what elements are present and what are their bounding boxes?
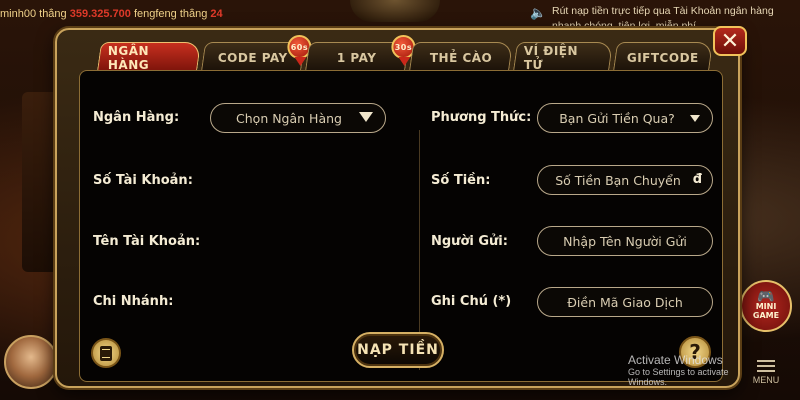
watermark-subtitle: Go to Settings to activate Windows.: [628, 367, 729, 387]
tab-e-wallet[interactable]: VÍ ĐIỆN TỬ: [512, 42, 614, 72]
ticker-verb: thắng: [36, 8, 70, 20]
sender-input[interactable]: Nhập Tên Người Gửi: [537, 226, 713, 256]
tab-label: VÍ ĐIỆN TỬ: [523, 43, 579, 72]
bank-select[interactable]: Chọn Ngân Hàng: [210, 103, 386, 133]
tab-label: GIFTCODE: [626, 50, 699, 65]
chevron-down-icon: [359, 112, 373, 122]
currency-symbol: đ: [692, 172, 702, 187]
minigame-label-1: MINI: [755, 301, 777, 311]
history-button[interactable]: [91, 338, 121, 368]
ticker-user: minh00: [0, 8, 37, 20]
note-input[interactable]: Điền Mã Giao Dịch: [537, 287, 713, 317]
tab-bank[interactable]: NGÂN HÀNG: [96, 42, 202, 72]
tab-label: NGÂN HÀNG: [107, 43, 150, 72]
minigame-label-2: GAME: [752, 310, 780, 320]
game-logo: [350, 0, 440, 22]
ticker-amount: 24: [210, 8, 223, 20]
tab-label: 1 PAY: [337, 50, 377, 65]
close-button[interactable]: ✕: [713, 26, 747, 56]
sender-placeholder: Nhập Tên Người Gửi: [563, 233, 687, 249]
activate-windows-watermark: Activate Windows Go to Settings to activ…: [628, 353, 768, 387]
method-select-value: Bạn Gửi Tiền Qua?: [559, 110, 675, 126]
sender-label: Người Gửi:: [431, 234, 508, 249]
chevron-down-icon: [690, 115, 700, 122]
winner-ticker: minh00 thắng 359.325.700 fengfeng thắng …: [0, 8, 300, 26]
close-icon: ✕: [720, 28, 740, 54]
account-name-label: Tên Tài Khoản:: [93, 234, 201, 249]
notes-icon: [100, 345, 112, 361]
submit-label: NẠP TIỀN: [357, 342, 439, 358]
ticker-amount: 359.325.700: [69, 8, 131, 20]
deposit-dialog: NGÂN HÀNG CODE PAY 60s 1 PAY 30s THẺ CÀO…: [55, 26, 747, 388]
watermark-title: Activate Windows: [628, 353, 723, 367]
amount-placeholder: Số Tiền Bạn Chuyển: [555, 172, 681, 188]
note-placeholder: Điền Mã Giao Dịch: [567, 294, 683, 310]
method-label: Phương Thức:: [431, 110, 532, 125]
bank-select-value: Chọn Ngân Hàng: [236, 110, 342, 126]
tab-code-pay[interactable]: CODE PAY 60s: [200, 35, 312, 72]
tab-scratch-card[interactable]: THẺ CÀO: [408, 42, 514, 72]
bank-label: Ngân Hàng:: [93, 110, 180, 125]
speaker-icon: 🔈: [530, 6, 547, 21]
amount-input[interactable]: Số Tiền Bạn Chuyển đ: [537, 165, 713, 195]
tab-label: CODE PAY: [217, 50, 288, 65]
tab-label: THẺ CÀO: [429, 50, 493, 65]
account-number-label: Số Tài Khoản:: [93, 173, 193, 188]
tab-giftcode[interactable]: GIFTCODE: [612, 42, 714, 72]
note-label: Ghi Chú (*): [431, 294, 512, 309]
method-select[interactable]: Bạn Gửi Tiền Qua?: [537, 103, 713, 133]
payment-tabs: NGÂN HÀNG CODE PAY 60s 1 PAY 30s THẺ CÀO…: [96, 35, 714, 72]
tab-1-pay[interactable]: 1 PAY 30s: [304, 35, 416, 72]
amount-label: Số Tiền:: [431, 173, 491, 188]
deposit-submit-button[interactable]: NẠP TIỀN: [352, 332, 444, 368]
avatar[interactable]: [4, 335, 58, 389]
gamepad-icon: 🎮: [757, 288, 775, 305]
ticker-verb: thắng: [176, 8, 211, 20]
minigame-button[interactable]: 🎮 MINI GAME: [740, 280, 792, 332]
branch-label: Chi Nhánh:: [93, 294, 174, 309]
ticker-user: fengfeng: [133, 8, 177, 20]
